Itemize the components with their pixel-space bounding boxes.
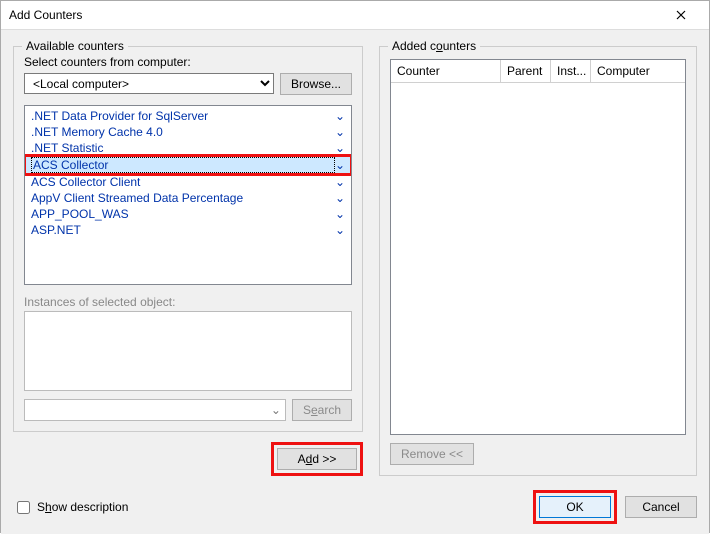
dialog-content: Available counters Select counters from … (1, 30, 709, 482)
col-parent[interactable]: Parent (501, 60, 551, 83)
available-counters-panel: Available counters Select counters from … (13, 40, 363, 476)
counter-item[interactable]: .NET Memory Cache 4.0⌄ (25, 124, 351, 140)
show-description-checkbox[interactable]: Show description (13, 498, 128, 517)
counter-item[interactable]: .NET Data Provider for SqlServer⌄ (25, 108, 351, 124)
cancel-button[interactable]: Cancel (625, 496, 697, 518)
chevron-down-icon: ⌄ (335, 109, 345, 123)
add-counters-dialog: Add Counters Available counters Select c… (0, 0, 710, 533)
chevron-down-icon: ⌄ (335, 125, 345, 139)
ok-button[interactable]: OK (539, 496, 611, 518)
added-counters-label: Added counters (388, 39, 480, 53)
chevron-down-icon: ⌄ (335, 207, 345, 221)
added-counters-panel: Added counters Counter Parent Inst... Co… (379, 40, 697, 476)
chevron-down-icon: ⌄ (335, 158, 345, 172)
counter-item[interactable]: ACS Collector Client⌄ (25, 174, 351, 190)
added-counters-fieldset: Added counters Counter Parent Inst... Co… (379, 46, 697, 476)
counter-item-selected[interactable]: ACS Collector⌄ (25, 156, 351, 174)
chevron-down-icon: ⌄ (335, 141, 345, 155)
instances-listbox[interactable] (24, 311, 352, 391)
added-counters-table[interactable]: Counter Parent Inst... Computer (390, 59, 686, 435)
show-description-input[interactable] (17, 501, 30, 514)
counter-list[interactable]: .NET Data Provider for SqlServer⌄ .NET M… (24, 105, 352, 285)
titlebar: Add Counters (1, 1, 709, 30)
search-button: Search (292, 399, 352, 421)
dialog-footer: Show description OK Cancel (1, 482, 709, 534)
instance-search-combo[interactable]: ⌄ (24, 399, 286, 421)
counter-item[interactable]: APP_POOL_WAS⌄ (25, 206, 351, 222)
col-counter[interactable]: Counter (391, 60, 501, 83)
available-counters-fieldset: Available counters Select counters from … (13, 46, 363, 432)
select-computer-label: Select counters from computer: (24, 55, 352, 69)
col-inst[interactable]: Inst... (551, 60, 591, 83)
window-title: Add Counters (9, 8, 661, 22)
chevron-down-icon: ⌄ (335, 223, 345, 237)
browse-button[interactable]: Browse... (280, 73, 352, 95)
add-button[interactable]: Add >> (277, 448, 357, 470)
counter-item[interactable]: AppV Client Streamed Data Percentage⌄ (25, 190, 351, 206)
available-counters-label: Available counters (22, 39, 128, 53)
instances-label: Instances of selected object: (24, 295, 352, 309)
computer-select[interactable]: <Local computer> (24, 73, 274, 94)
col-computer[interactable]: Computer (591, 60, 685, 83)
ok-button-highlight: OK (533, 490, 617, 524)
chevron-down-icon: ⌄ (271, 403, 281, 417)
counter-item[interactable]: .NET Statistic⌄ (25, 140, 351, 156)
table-header: Counter Parent Inst... Computer (391, 60, 685, 83)
chevron-down-icon: ⌄ (335, 191, 345, 205)
close-button[interactable] (661, 1, 701, 29)
close-icon (676, 10, 686, 20)
add-button-highlight: Add >> (271, 442, 363, 476)
remove-button: Remove << (390, 443, 474, 465)
show-description-label: Show description (37, 500, 128, 514)
counter-item[interactable]: ASP.NET⌄ (25, 222, 351, 238)
chevron-down-icon: ⌄ (335, 175, 345, 189)
